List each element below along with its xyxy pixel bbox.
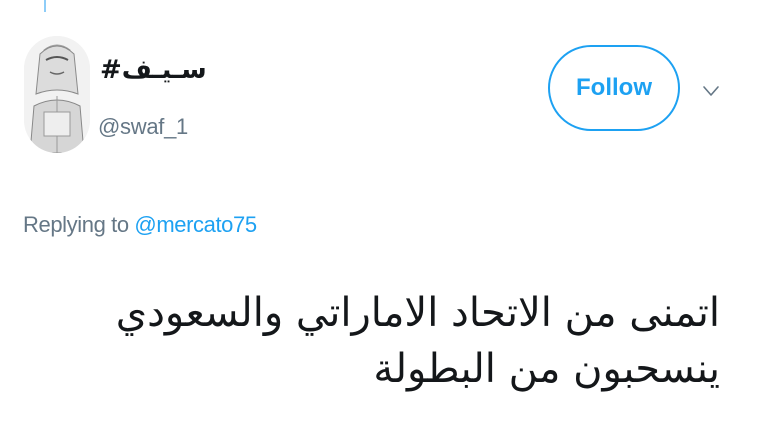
replying-to-label: Replying to: [23, 212, 129, 237]
avatar[interactable]: [24, 36, 90, 153]
tweet-text: اتمنى من الاتحاد الاماراتي والسعودي ينسح…: [115, 290, 720, 392]
replying-to-line: Replying to @mercato75: [23, 212, 257, 238]
chevron-down-icon[interactable]: [701, 84, 721, 98]
profile-photo-icon: [24, 36, 90, 153]
thread-connector-line: [44, 0, 46, 12]
author-handle[interactable]: @swaf_1: [98, 114, 188, 140]
follow-button[interactable]: Follow: [548, 45, 680, 131]
author-display-name[interactable]: سـيـف#: [100, 54, 207, 86]
reply-mention-link[interactable]: @mercato75: [134, 212, 257, 237]
